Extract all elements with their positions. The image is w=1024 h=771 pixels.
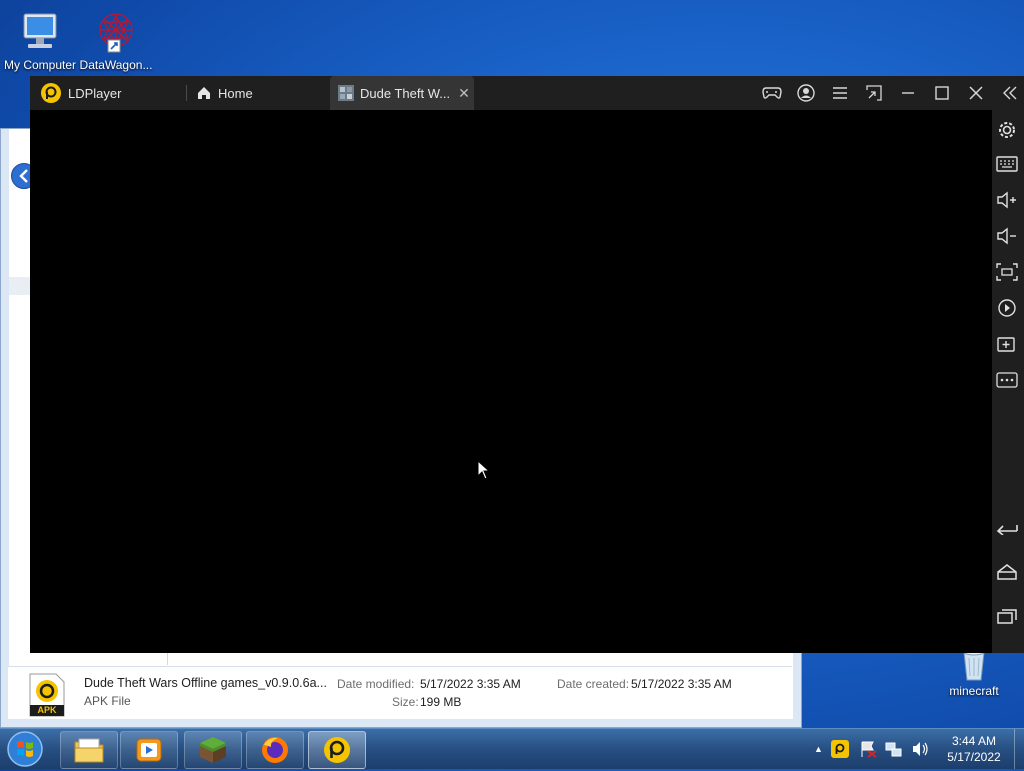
recent-apps-icon[interactable] (996, 604, 1024, 628)
game-thumbnail-icon (338, 85, 354, 101)
desktop-icon-my-computer[interactable]: My Computer (0, 8, 80, 72)
media-player-icon (136, 738, 162, 762)
desktop-icon-datawagon[interactable]: DataWagon... (76, 8, 156, 72)
ldplayer-window: LDPlayer Home Dude Theft W... ✕ (30, 76, 1024, 653)
shrink-icon[interactable] (863, 83, 885, 103)
date-created-label: Date created: (557, 677, 630, 691)
volume-icon[interactable] (911, 740, 929, 758)
taskbar-file-explorer[interactable] (60, 731, 118, 769)
ldplayer-logo-icon (41, 83, 61, 103)
start-button[interactable] (4, 730, 46, 768)
taskbar: ▲ 3:44 AM 5/17/2022 (0, 728, 1024, 769)
maximize-icon[interactable] (931, 83, 953, 103)
desktop-icon-recycle-bin[interactable]: minecraft (934, 646, 1014, 698)
size-value: 199 MB (420, 695, 462, 709)
emulator-screen[interactable] (30, 110, 992, 653)
date-created-value: 5/17/2022 3:35 AM (631, 677, 732, 691)
menu-icon[interactable] (829, 83, 851, 103)
keyboard-icon[interactable] (996, 152, 1024, 176)
screenshot-icon[interactable] (996, 260, 1024, 284)
clock[interactable]: 3:44 AM 5/17/2022 (936, 733, 1012, 765)
taskbar-media-player[interactable] (120, 731, 178, 769)
ldplayer-icon (324, 737, 350, 763)
ldplayer-tray-icon[interactable] (830, 740, 849, 758)
ldplayer-titlebar: LDPlayer Home Dude Theft W... ✕ (30, 76, 1024, 110)
rotate-icon[interactable] (996, 296, 1024, 320)
desktop-icon-label: My Computer (3, 58, 77, 72)
back-icon[interactable] (996, 516, 1024, 540)
network-icon[interactable] (885, 740, 903, 758)
file-explorer-icon (74, 738, 104, 763)
date-modified-label: Date modified: (337, 677, 415, 691)
collapse-sidebar-icon[interactable] (999, 83, 1021, 103)
apk-file-icon: APK (28, 673, 66, 717)
clock-date: 5/17/2022 (947, 750, 1001, 764)
close-icon[interactable] (965, 83, 987, 103)
tab-label: Dude Theft W... (360, 85, 451, 101)
account-icon[interactable] (795, 83, 817, 103)
minimize-icon[interactable] (897, 83, 919, 103)
minecraft-icon (200, 737, 226, 763)
date-modified-value: 5/17/2022 3:35 AM (420, 677, 521, 691)
size-label: Size: (392, 695, 419, 709)
desktop-icon-label: minecraft (949, 684, 999, 698)
home-icon[interactable] (996, 560, 1024, 584)
action-center-flag-icon[interactable] (859, 740, 877, 758)
settings-icon[interactable] (996, 118, 1024, 142)
desktop-icon-label: DataWagon... (79, 58, 153, 72)
show-hidden-icons-icon[interactable]: ▲ (814, 744, 823, 754)
file-type: APK File (84, 694, 131, 708)
add-apk-icon[interactable] (996, 332, 1024, 356)
tab-close-icon[interactable]: ✕ (458, 85, 470, 102)
ldplayer-sidebar (992, 110, 1024, 653)
tab-home[interactable]: Home (196, 76, 326, 110)
file-name: Dude Theft Wars Offline games_v0.9.0.6a.… (84, 676, 327, 690)
show-desktop-button[interactable] (1014, 729, 1024, 769)
volume-down-icon[interactable] (996, 224, 1024, 248)
tab-label: Home (218, 85, 253, 101)
home-icon (198, 87, 210, 99)
mouse-cursor-icon (477, 460, 491, 480)
volume-up-icon[interactable] (996, 188, 1024, 212)
details-pane: APK Dude Theft Wars Offline games_v0.9.0… (8, 666, 792, 719)
more-icon[interactable] (996, 368, 1024, 392)
datawagon-icon (92, 8, 140, 56)
gamepad-icon[interactable] (761, 83, 783, 103)
app-name: LDPlayer (68, 85, 122, 101)
computer-icon (16, 8, 64, 56)
tab-ldplayer[interactable]: LDPlayer (40, 76, 190, 110)
clock-time: 3:44 AM (951, 734, 997, 748)
windows-logo-icon (7, 731, 43, 767)
explorer-divider (167, 653, 168, 665)
apk-label: APK (37, 705, 57, 715)
tab-dude-theft-wars[interactable]: Dude Theft W... ✕ (330, 76, 474, 110)
taskbar-firefox[interactable] (246, 731, 304, 769)
taskbar-minecraft[interactable] (184, 731, 242, 769)
firefox-icon (262, 737, 288, 763)
tab-separator (186, 85, 187, 101)
system-tray: ▲ (814, 729, 929, 769)
taskbar-ldplayer[interactable] (308, 731, 366, 769)
